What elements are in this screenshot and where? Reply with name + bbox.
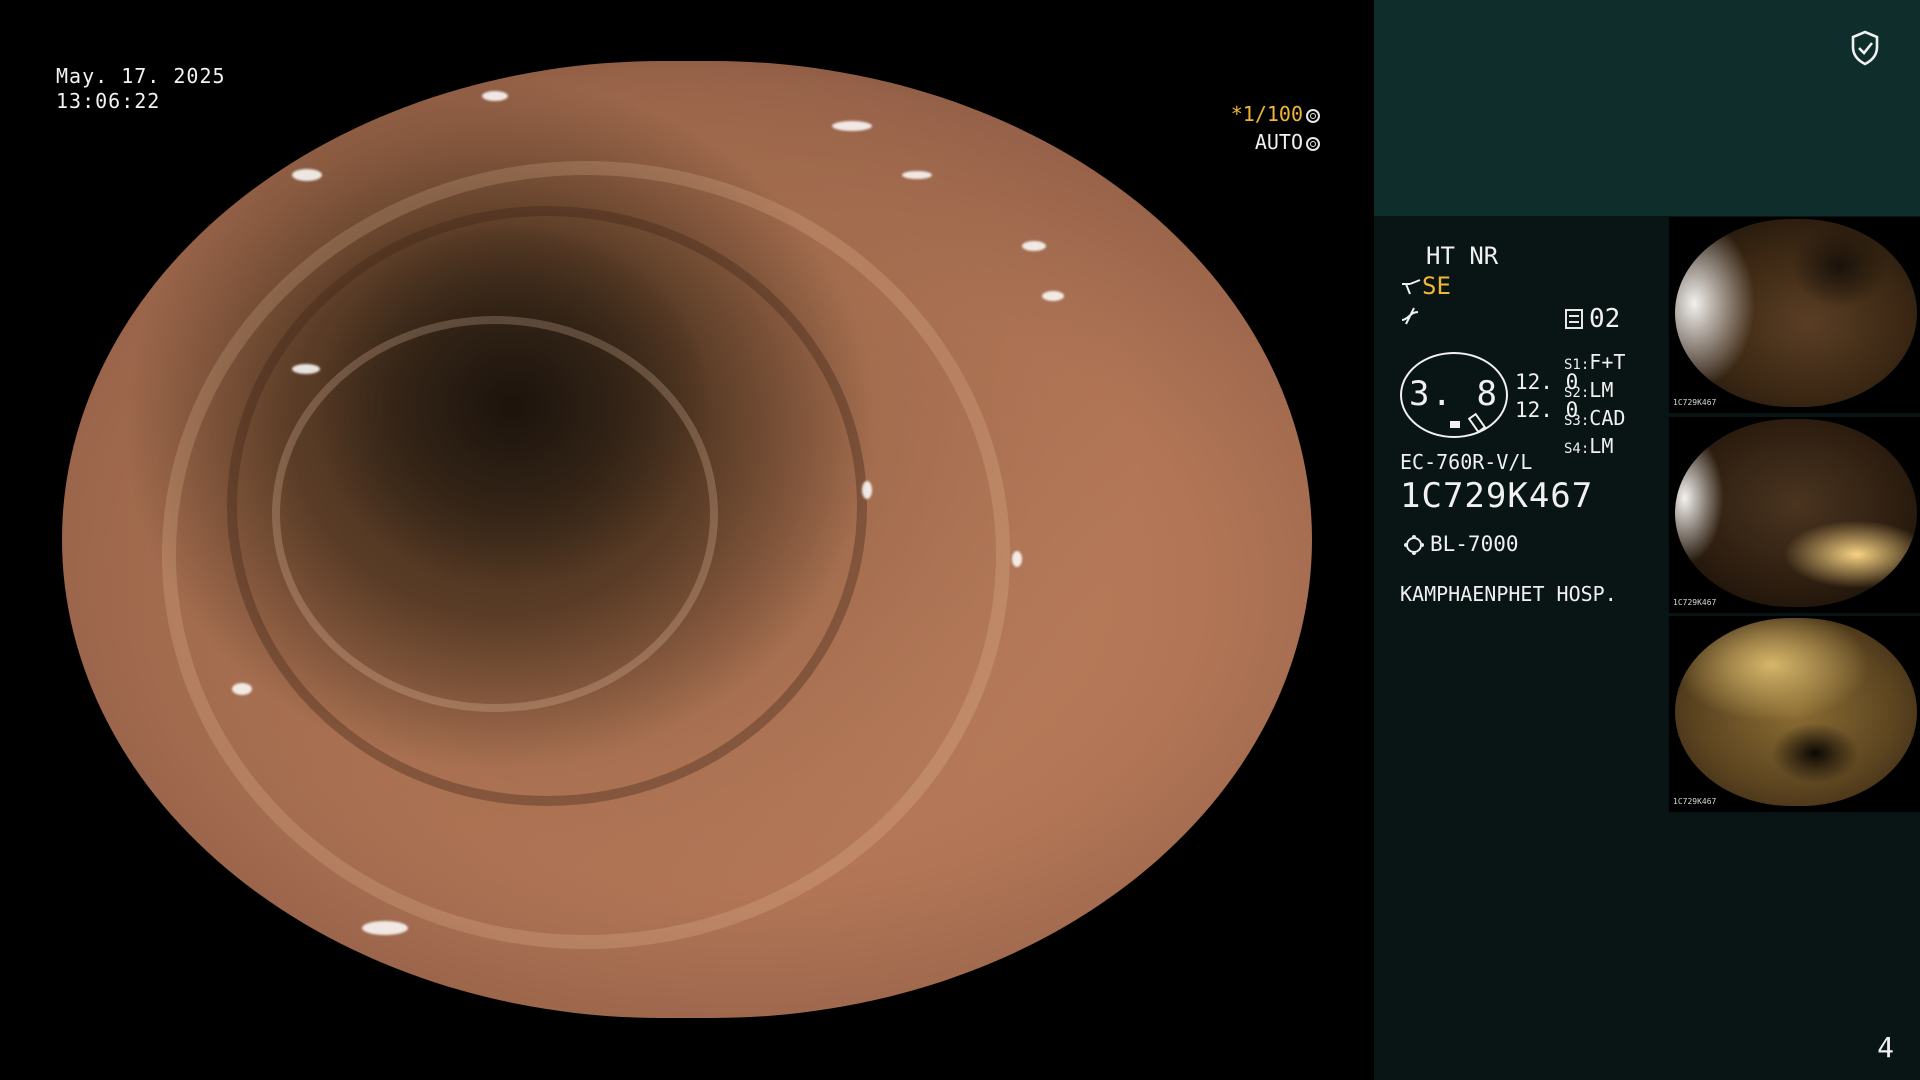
specular-highlight [1022, 241, 1046, 251]
shutter-icon [1306, 109, 1320, 123]
contrast-icon [1402, 279, 1421, 295]
enhancement-mode: HT NR [1426, 242, 1499, 270]
captured-thumbnail[interactable]: 1C729K467 [1669, 417, 1920, 613]
light-source-icon [1406, 537, 1422, 553]
time-text: 13:06:22 [56, 89, 161, 113]
specular-highlight [157, 233, 171, 249]
lumen-rim [272, 316, 718, 712]
panel-header [1374, 0, 1920, 216]
thumbnail-image [1675, 419, 1917, 607]
switch-row: S3:CAD [1564, 406, 1626, 430]
gauge-value: 3. 8 [1409, 374, 1499, 414]
structure-enhancement-row: SE [1400, 272, 1451, 300]
tone-curve-icon [1401, 307, 1419, 325]
thumbnail-caption: 1C729K467 [1673, 797, 1717, 806]
specular-highlight [902, 171, 932, 179]
specular-highlight [1012, 551, 1022, 567]
specular-highlight [1042, 291, 1064, 301]
mucosal-fold [162, 161, 1010, 949]
specular-highlight [362, 921, 408, 935]
captured-thumbnail[interactable]: 1C729K467 [1669, 616, 1920, 812]
menu-number: 02 [1589, 304, 1621, 334]
specular-highlight [482, 91, 508, 101]
scope-serial: 1C729K467 [1400, 476, 1594, 516]
specular-highlight [862, 481, 872, 499]
light-source-row: BL-7000 [1400, 532, 1519, 556]
specular-highlight [832, 121, 872, 131]
date-time-readout: May. 17. 2025 13:06:22 [56, 64, 226, 114]
switch-row: S4:LM [1564, 434, 1614, 458]
tilt-icon [1467, 412, 1487, 434]
shield-check-icon [1851, 30, 1879, 66]
menu-icon [1565, 309, 1583, 329]
switch-assignments: S1:F+T S2:LM S3:CAD S4:LM [1564, 350, 1625, 462]
date-text: May. 17. 2025 [56, 64, 226, 88]
specular-highlight [232, 683, 252, 695]
thumbnail-caption: 1C729K467 [1673, 398, 1717, 407]
endoscope-live-view [62, 61, 1312, 1018]
switch-row: S2:LM [1564, 378, 1614, 402]
tone-curve-row [1400, 304, 1420, 332]
specular-highlight [292, 364, 320, 374]
scope-model: EC-760R-V/L [1400, 450, 1533, 474]
page-number: 4 [1877, 1031, 1894, 1064]
magnification-gauge: 3. 8 [1400, 352, 1508, 438]
iris-icon [1306, 137, 1320, 151]
thumbnail-image [1675, 618, 1917, 806]
mucosal-fold [227, 206, 867, 806]
menu-number-row: 02 [1565, 304, 1620, 334]
shutter-value: *1/100 [1230, 102, 1303, 126]
light-source: BL-7000 [1430, 532, 1519, 556]
iris-mode: AUTO [1254, 130, 1303, 154]
specular-highlight [292, 169, 322, 181]
endoscopy-screen: May. 17. 2025 13:06:22 *1/100 AUTO HT NR… [0, 0, 1920, 1080]
switch-row: S1:F+T [1564, 350, 1626, 374]
captured-thumbnail[interactable]: 1C729K467 [1669, 217, 1920, 413]
thumbnail-image [1675, 219, 1917, 407]
gauge-marker [1450, 421, 1460, 428]
thumbnail-caption: 1C729K467 [1673, 598, 1717, 607]
hospital-name: KAMPHAENPHET HOSP. [1400, 582, 1617, 606]
exposure-readout: *1/100 AUTO [1231, 100, 1320, 156]
structure-mode: SE [1422, 272, 1451, 300]
